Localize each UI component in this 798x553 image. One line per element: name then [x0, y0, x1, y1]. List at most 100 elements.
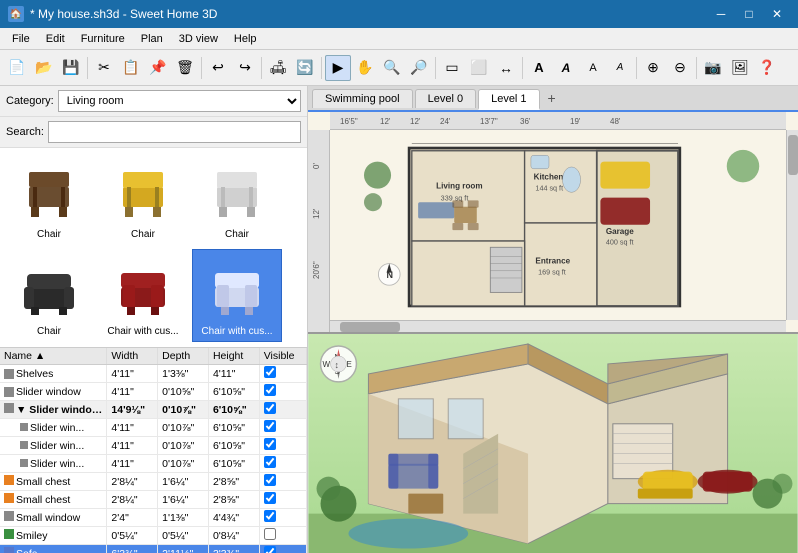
new-button[interactable]: 📄	[4, 55, 30, 81]
furniture-label-2: Chair	[131, 229, 155, 240]
maximize-button[interactable]: □	[736, 3, 762, 25]
svg-text:36': 36'	[520, 117, 531, 126]
zoom-out-button[interactable]: 🔎	[406, 55, 432, 81]
redo-button[interactable]: ↪	[232, 55, 258, 81]
visible-checkbox[interactable]	[264, 474, 276, 486]
titlebar-controls[interactable]: ─ □ ✕	[708, 3, 790, 25]
svg-text:Entrance: Entrance	[535, 257, 570, 266]
visible-checkbox[interactable]	[264, 492, 276, 504]
visible-checkbox[interactable]	[264, 420, 276, 432]
text2-button[interactable]: A	[553, 55, 579, 81]
furniture-item-2[interactable]: Chair	[98, 152, 188, 245]
close-button[interactable]: ✕	[764, 3, 790, 25]
visible-checkbox[interactable]	[264, 510, 276, 522]
text4-button[interactable]: A	[607, 55, 633, 81]
horizontal-scrollbar-top[interactable]	[330, 320, 786, 332]
paste-button[interactable]: 📌	[145, 55, 171, 81]
visible-checkbox[interactable]	[264, 546, 276, 553]
svg-text:Kitchen: Kitchen	[534, 173, 564, 182]
visible-checkbox[interactable]	[264, 366, 276, 378]
tab-swimming-pool[interactable]: Swimming pool	[312, 89, 413, 108]
table-row[interactable]: Shelves 4'11"1'3⅜"4'11"	[0, 365, 307, 383]
svg-text:12': 12'	[410, 117, 421, 126]
minimize-button[interactable]: ─	[708, 3, 734, 25]
search-input[interactable]	[48, 121, 301, 143]
text-button[interactable]: A	[526, 55, 552, 81]
room-button[interactable]: ⬜	[466, 55, 492, 81]
table-row[interactable]: Smiley 0'5¼"0'5¼"0'8¼"	[0, 527, 307, 545]
table-row-group[interactable]: ▼ Slider windows 14'9⅛"0'10⅞"6'10⅝"	[0, 401, 307, 419]
open-button[interactable]: 📂	[31, 55, 57, 81]
menu-file[interactable]: File	[4, 31, 38, 47]
rotate-button[interactable]: 🔄	[292, 55, 318, 81]
app-icon: 🏠	[8, 6, 24, 22]
furniture-item-1[interactable]: Chair	[4, 152, 94, 245]
zoom-in-button[interactable]: 🔍	[379, 55, 405, 81]
furniture-img-4	[14, 254, 84, 324]
table-row-selected[interactable]: Sofa 6'3¾"2'11½"3'3⅜"	[0, 545, 307, 553]
furniture-item-6[interactable]: Chair with cus...	[192, 249, 282, 342]
add-furniture-button[interactable]: 🛋	[265, 55, 291, 81]
menu-edit[interactable]: Edit	[38, 31, 73, 47]
furniture-item-3[interactable]: Chair	[192, 152, 282, 245]
menu-help[interactable]: Help	[226, 31, 265, 47]
tab-bar: Swimming pool Level 0 Level 1 +	[308, 86, 798, 112]
menu-3dview[interactable]: 3D view	[171, 31, 226, 47]
cut-button[interactable]: ✂	[91, 55, 117, 81]
select-button[interactable]: ▶	[325, 55, 351, 81]
visible-checkbox[interactable]	[264, 402, 276, 414]
vertical-scrollbar-top[interactable]	[786, 130, 798, 320]
col-height[interactable]: Height	[208, 348, 259, 365]
furniture-label-3: Chair	[225, 229, 249, 240]
col-depth[interactable]: Depth	[158, 348, 209, 365]
menu-plan[interactable]: Plan	[133, 31, 171, 47]
table-row[interactable]: Small window 2'4"1'1⅜"4'4¾"	[0, 509, 307, 527]
zoom-percent-button[interactable]: ⊕	[640, 55, 666, 81]
col-width[interactable]: Width	[107, 348, 158, 365]
table-row[interactable]: Slider win... 4'11"0'10⅞"6'10⅝"	[0, 437, 307, 455]
wall-button[interactable]: ▭	[439, 55, 465, 81]
text3-button[interactable]: A	[580, 55, 606, 81]
table-row[interactable]: Small chest 2'8¼"1'6¼"2'8⅝"	[0, 473, 307, 491]
table-row[interactable]: Slider win... 4'11"0'10⅞"6'10⅝"	[0, 419, 307, 437]
floor-plan-3d[interactable]: N S W E ↕	[308, 334, 798, 553]
tab-level1[interactable]: Level 1	[478, 89, 539, 110]
search-label: Search:	[6, 126, 44, 138]
svg-text:16'5": 16'5"	[340, 117, 358, 126]
camera-button[interactable]: 📷	[700, 55, 726, 81]
table-row[interactable]: Slider win... 4'11"0'10⅞"6'10⅝"	[0, 455, 307, 473]
category-select[interactable]: Living room Bedroom Kitchen Bathroom	[58, 90, 301, 112]
col-name[interactable]: Name ▲	[0, 348, 107, 365]
furniture-item-5[interactable]: Chair with cus...	[98, 249, 188, 342]
svg-text:48': 48'	[610, 117, 621, 126]
visible-checkbox[interactable]	[264, 384, 276, 396]
furniture-img-1	[14, 157, 84, 227]
help-button[interactable]: ❓	[754, 55, 780, 81]
visible-checkbox[interactable]	[264, 528, 276, 540]
ruler-vertical: 0' 12' 20'6"	[308, 130, 330, 332]
tab-level0[interactable]: Level 0	[415, 89, 476, 108]
svg-text:400 sq ft: 400 sq ft	[606, 238, 634, 247]
furniture-item-4[interactable]: Chair	[4, 249, 94, 342]
copy-button[interactable]: 📋	[118, 55, 144, 81]
render-button[interactable]: 🖼	[727, 55, 753, 81]
visible-checkbox[interactable]	[264, 438, 276, 450]
table-row[interactable]: Slider window 4'11"0'10⅝"6'10⅝"	[0, 383, 307, 401]
floorplan-svg[interactable]: Living room 339 sq ft Kitchen 144 sq ft …	[330, 130, 786, 320]
visible-checkbox[interactable]	[264, 456, 276, 468]
floor-plan-2d[interactable]: 12' 24' 36' 48' 16'5" 12' 13'7" 19' 0' 1…	[308, 112, 798, 334]
save-button[interactable]: 💾	[58, 55, 84, 81]
delete-button[interactable]: 🗑	[172, 55, 198, 81]
table-row[interactable]: Small chest 2'8¼"1'6¼"2'8⅝"	[0, 491, 307, 509]
add-tab-button[interactable]: +	[542, 88, 562, 108]
pan-button[interactable]: ✋	[352, 55, 378, 81]
svg-text:W: W	[323, 359, 331, 368]
undo-button[interactable]: ↩	[205, 55, 231, 81]
svg-text:Garage: Garage	[606, 227, 634, 236]
col-visible[interactable]: Visible	[259, 348, 306, 365]
zoom-fit-button[interactable]: ⊖	[667, 55, 693, 81]
main-area: Category: Living room Bedroom Kitchen Ba…	[0, 86, 798, 553]
menu-furniture[interactable]: Furniture	[73, 31, 133, 47]
svg-text:24': 24'	[440, 117, 451, 126]
dimension-button[interactable]: ↔	[493, 55, 519, 81]
